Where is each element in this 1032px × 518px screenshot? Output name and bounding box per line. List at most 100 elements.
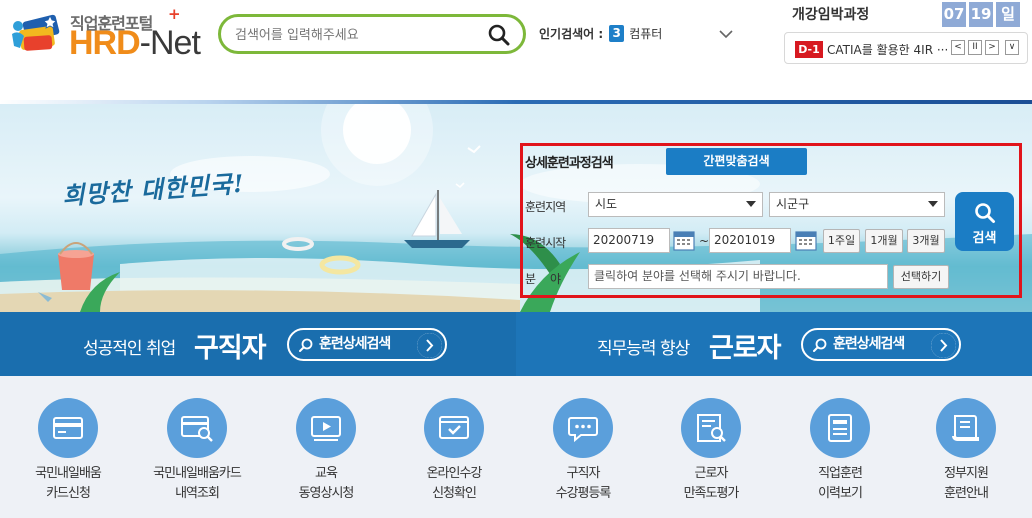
ticker-expand-button[interactable]: ∨ <box>1005 40 1019 55</box>
field-label: 분야 <box>525 270 575 287</box>
dropdown-arrow-icon <box>928 201 938 207</box>
calendar-icon[interactable] <box>673 229 695 251</box>
quick-menu: 국민내일배움 카드신청 국민내일배움카드 내역조회 교육 동영상시청 온라인수강… <box>0 376 1032 518</box>
quick-item-video[interactable]: 교육동영상시청 <box>262 376 390 518</box>
search-icon[interactable] <box>487 23 511 47</box>
chevron-down-icon[interactable] <box>716 24 736 44</box>
quick-label-line1: 구직자 <box>566 466 601 481</box>
quick-label-line1: 근로자 <box>694 466 729 481</box>
start-date-to-input[interactable]: 20201019 <box>709 228 791 253</box>
quick-label-line2: 내역조회 <box>175 486 220 501</box>
period-1week-button[interactable]: 1주일 <box>823 229 860 253</box>
job-seeker-section: 성공적인 취업 구직자 훈련상세검색 <box>0 312 516 376</box>
quick-label-line1: 온라인수강 <box>426 466 483 481</box>
province-select[interactable]: 시도 <box>588 192 763 217</box>
book-icon <box>952 415 979 441</box>
ticker-pause-button[interactable]: II <box>968 40 982 55</box>
quick-icon-circle <box>553 398 613 458</box>
quick-label-line1: 직업훈련 <box>818 466 863 481</box>
logo-mark-icon <box>12 14 60 51</box>
popular-keyword[interactable]: 컴퓨터 <box>629 25 662 42</box>
quick-label-line2: 신청확인 <box>432 486 477 501</box>
period-3month-button[interactable]: 3개월 <box>907 229 945 253</box>
quick-icon-circle <box>936 398 996 458</box>
quick-icon-circle <box>424 398 484 458</box>
worker-title: 근로자 <box>709 333 782 364</box>
video-icon <box>311 416 341 441</box>
hero-banner: 희망찬 대한민국! 상세훈련과정검색 간편맞춤검색 훈련지역 시도 시군구 훈련… <box>0 104 1032 312</box>
job-seeker-title: 구직자 <box>194 333 267 364</box>
easy-search-button[interactable]: 간편맞춤검색 <box>666 148 807 175</box>
detail-search-panel: 상세훈련과정검색 간편맞춤검색 훈련지역 시도 시군구 훈련시작 2020071… <box>520 143 1022 298</box>
training-field-input[interactable]: 클릭하여 분야를 선택해 주시기 바랍니다. <box>588 264 888 289</box>
job-seeker-button-label: 훈련상세검색 <box>319 336 391 352</box>
popular-rank-badge: 3 <box>609 25 625 42</box>
region-label: 훈련지역 <box>525 200 566 214</box>
date-day: 19 <box>969 2 993 27</box>
logo-wordmark: HRD-Net <box>69 24 201 63</box>
city-select[interactable]: 시군구 <box>769 192 945 217</box>
site-header: 직업훈련포털 + HRD-Net 인기검색어 : 3 컴퓨터 개강임박과정 07… <box>0 0 1032 102</box>
detail-search-title: 상세훈련과정검색 <box>525 156 614 171</box>
popular-label: 인기검색어 : <box>539 27 604 41</box>
target-search-band: 성공적인 취업 구직자 훈련상세검색 직무능력 향상 근로자 훈련상세검색 <box>0 312 1032 376</box>
quick-label-line2: 카드신청 <box>46 486 91 501</box>
quick-icon-circle <box>681 398 741 458</box>
field-select-button[interactable]: 선택하기 <box>893 265 949 289</box>
worker-detail-search-button[interactable]: 훈련상세검색 <box>801 328 961 361</box>
quick-label-line1: 국민내일배움 <box>35 466 102 481</box>
chevron-right-icon <box>417 333 442 358</box>
province-select-value: 시도 <box>595 197 618 211</box>
quick-item-card-apply[interactable]: 국민내일배움카드신청 <box>4 376 132 518</box>
chevron-right-icon <box>931 333 956 358</box>
quick-item-history[interactable]: 직업훈련이력보기 <box>776 376 904 518</box>
quick-item-survey[interactable]: 근로자만족도평가 <box>647 376 775 518</box>
quick-icon-circle <box>167 398 227 458</box>
deadline-course-ticker: D-1 CATIA를 활용한 4IR ··· < II > ∨ <box>784 32 1028 64</box>
logo-plus-mark: + <box>168 5 181 23</box>
card-search-icon <box>181 416 213 442</box>
quick-label-line1: 정부지원 <box>944 466 989 481</box>
quick-item-label: 직업훈련이력보기 <box>776 464 904 504</box>
logo-word-net: -Net <box>139 24 201 62</box>
quick-item-gov-support[interactable]: 정부지원 훈련안내 <box>902 376 1030 518</box>
detail-search-button[interactable]: 검색 <box>955 192 1014 251</box>
start-date-from-input[interactable]: 20200719 <box>588 228 670 253</box>
quick-label-line1: 교육 <box>315 466 338 481</box>
quick-item-online-check[interactable]: 온라인수강신청확인 <box>390 376 518 518</box>
quick-item-review[interactable]: 구직자 수강평등록 <box>519 376 647 518</box>
chat-icon <box>568 417 598 443</box>
quick-item-label: 근로자만족도평가 <box>647 464 775 504</box>
hrd-net-logo[interactable]: 직업훈련포털 + HRD-Net <box>6 5 206 68</box>
quick-icon-circle <box>296 398 356 458</box>
global-search-input[interactable] <box>235 24 485 46</box>
detail-search-button-label: 검색 <box>972 231 997 246</box>
ticker-next-button[interactable]: > <box>985 40 999 55</box>
quick-label-line1: 국민내일배움카드 <box>153 466 242 481</box>
quick-item-card-history[interactable]: 국민내일배움카드내역조회 <box>133 376 261 518</box>
ticker-prev-button[interactable]: < <box>951 40 965 55</box>
search-icon <box>975 203 995 223</box>
d-day-badge: D-1 <box>795 41 823 58</box>
period-1month-button[interactable]: 1개월 <box>865 229 903 253</box>
quick-label-line2: 만족도평가 <box>683 486 740 501</box>
survey-icon <box>697 414 726 442</box>
city-select-value: 시군구 <box>776 197 810 211</box>
popular-keywords[interactable]: 인기검색어 : 3 컴퓨터 <box>539 25 662 42</box>
quick-label-line2: 이력보기 <box>818 486 863 501</box>
quick-item-label: 정부지원 훈련안내 <box>902 464 1030 504</box>
global-search <box>218 14 526 54</box>
logo-word-hrd: HRD <box>69 24 141 62</box>
quick-icon-circle <box>810 398 870 458</box>
job-seeker-detail-search-button[interactable]: 훈련상세검색 <box>287 328 447 361</box>
field-label-b: 야 <box>550 272 576 286</box>
dropdown-arrow-icon <box>746 201 756 207</box>
search-icon <box>299 338 313 352</box>
quick-label-line2: 동영상시청 <box>298 486 355 501</box>
online-check-icon <box>439 416 469 439</box>
deadline-title: 개강임박과정 <box>792 7 870 23</box>
deadline-course-link[interactable]: CATIA를 활용한 4IR ··· <box>827 41 947 58</box>
calendar-icon[interactable] <box>795 229 817 251</box>
worker-button-label: 훈련상세검색 <box>833 336 905 352</box>
history-icon <box>828 414 852 442</box>
